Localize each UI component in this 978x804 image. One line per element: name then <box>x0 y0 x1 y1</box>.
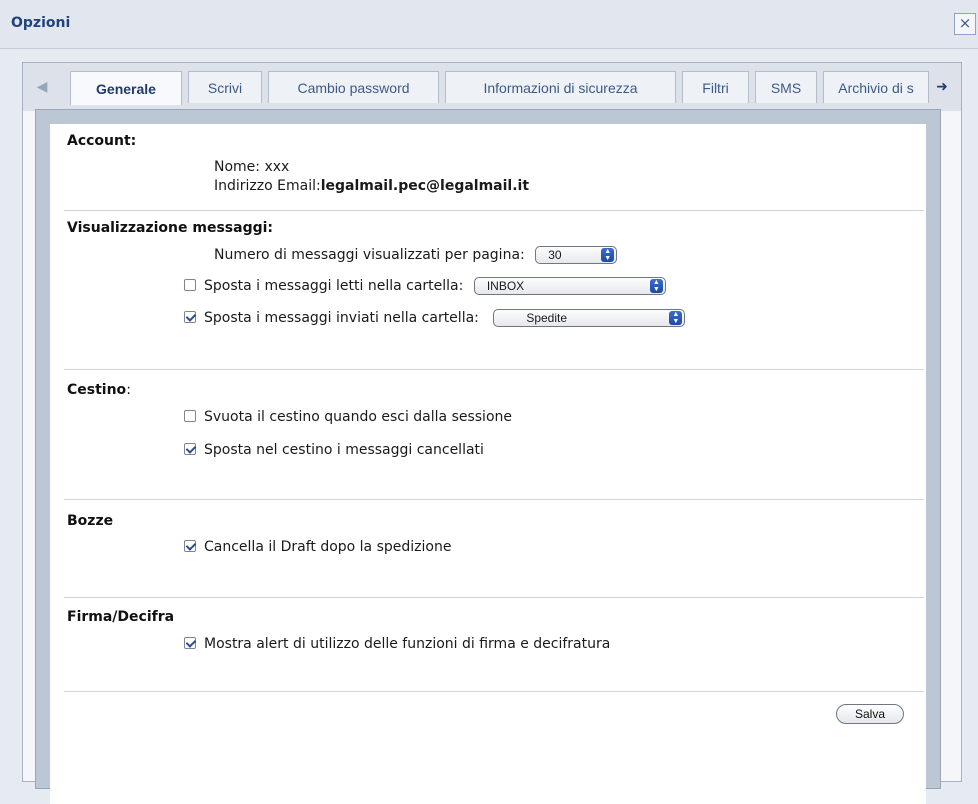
tab-archivio[interactable]: Archivio di s <box>823 71 929 103</box>
divider <box>64 691 924 692</box>
move-read-row: Sposta i messaggi letti nella cartella: … <box>184 277 666 295</box>
account-email-row: Indirizzo Email:legalmail.pec@legalmail.… <box>214 178 529 194</box>
select-arrows-icon: ▲ ▼ <box>601 248 615 262</box>
save-button[interactable]: Salva <box>836 704 904 724</box>
tab-generale[interactable]: Generale <box>70 71 182 105</box>
select-arrows-icon: ▲ ▼ <box>649 279 663 293</box>
account-heading: Account: <box>67 133 137 149</box>
move-sent-folder-value: Spedite <box>526 311 568 325</box>
empty-on-exit-row: Svuota il cestino quando esci dalla sess… <box>184 409 512 425</box>
trash-heading-colon: : <box>126 382 131 398</box>
divider <box>64 499 924 500</box>
move-sent-checkbox[interactable] <box>184 311 196 323</box>
tab-cambio-password[interactable]: Cambio password <box>268 71 439 103</box>
account-name-row: Nome: xxx <box>214 159 289 175</box>
delete-draft-checkbox[interactable] <box>184 540 196 552</box>
tab-sms[interactable]: SMS <box>755 71 817 103</box>
email-label: Indirizzo Email: <box>214 178 321 194</box>
email-value: legalmail.pec@legalmail.it <box>320 178 530 194</box>
tab-scroll-left-icon[interactable]: ◀ <box>33 75 51 99</box>
select-arrows-icon: ▲ ▼ <box>669 311 683 325</box>
per-page-label: Numero di messaggi visualizzati per pagi… <box>214 247 525 263</box>
tab-scrivi[interactable]: Scrivi <box>188 71 262 103</box>
delete-draft-label: Cancella il Draft dopo la spedizione <box>204 539 452 555</box>
options-frame: ◀ Generale Scrivi Cambio password Inform… <box>22 62 962 804</box>
window-title: Opzioni <box>11 15 71 31</box>
empty-on-exit-checkbox[interactable] <box>184 410 196 422</box>
per-page-row: Numero di messaggi visualizzati per pagi… <box>214 246 618 264</box>
move-read-label: Sposta i messaggi letti nella cartella: <box>204 278 464 294</box>
move-read-folder-select[interactable]: INBOX ▲ ▼ <box>473 277 666 295</box>
view-heading: Visualizzazione messaggi: <box>67 220 274 236</box>
move-sent-label: Sposta i messaggi inviati nella cartella… <box>204 310 479 326</box>
divider <box>64 210 924 211</box>
window-titlebar: Opzioni × <box>0 0 978 49</box>
per-page-value: 30 <box>548 248 562 262</box>
tab-filtri[interactable]: Filtri <box>682 71 749 103</box>
empty-on-exit-label: Svuota il cestino quando esci dalla sess… <box>204 409 512 425</box>
divider <box>64 369 924 370</box>
name-value: xxx <box>264 159 290 175</box>
trash-heading: Cestino: <box>67 382 131 398</box>
divider <box>64 597 924 598</box>
tab-content-border: Account: Nome: xxx Indirizzo Email:legal… <box>35 109 941 804</box>
move-deleted-label: Sposta nel cestino i messaggi cancellati <box>204 442 484 458</box>
move-deleted-row: Sposta nel cestino i messaggi cancellati <box>184 442 484 458</box>
tab-scroll-right-icon[interactable]: ➜ <box>933 75 951 99</box>
tab-strip: ◀ Generale Scrivi Cambio password Inform… <box>23 63 961 111</box>
close-icon[interactable]: × <box>954 13 976 35</box>
move-sent-folder-select[interactable]: Spedite ▲ ▼ <box>493 309 686 327</box>
move-sent-row: Sposta i messaggi inviati nella cartella… <box>184 309 686 327</box>
move-deleted-checkbox[interactable] <box>184 443 196 455</box>
trash-heading-text: Cestino <box>67 382 127 398</box>
show-alert-checkbox[interactable] <box>184 637 196 649</box>
general-options-panel: Account: Nome: xxx Indirizzo Email:legal… <box>50 124 926 804</box>
name-label: Nome: <box>214 159 261 175</box>
move-read-checkbox[interactable] <box>184 279 196 291</box>
move-read-folder-value: INBOX <box>486 279 525 293</box>
drafts-heading: Bozze <box>67 513 114 529</box>
show-alert-label: Mostra alert di utilizzo delle funzioni … <box>204 636 611 652</box>
per-page-select[interactable]: 30 ▲ ▼ <box>535 246 618 264</box>
show-alert-row: Mostra alert di utilizzo delle funzioni … <box>184 636 610 652</box>
tab-informazioni-sicurezza[interactable]: Informazioni di sicurezza <box>445 71 676 103</box>
delete-draft-row: Cancella il Draft dopo la spedizione <box>184 539 451 555</box>
sign-heading: Firma/Decifra <box>67 609 175 625</box>
